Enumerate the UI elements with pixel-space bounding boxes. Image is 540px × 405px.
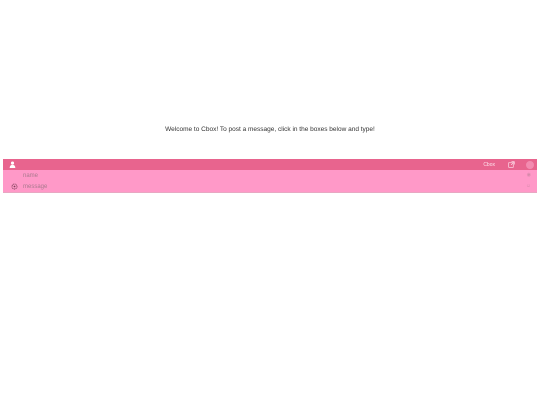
eye-icon[interactable]: ◉ xyxy=(527,171,531,180)
welcome-message: Welcome to Cbox! To post a message, clic… xyxy=(165,126,375,133)
cbox-toolbar: Cbox xyxy=(3,159,537,170)
toolbar-right: Cbox xyxy=(483,159,534,170)
name-input[interactable] xyxy=(23,171,523,180)
cbox-widget: Cbox ◉ ☺ xyxy=(3,159,537,193)
gear-icon[interactable] xyxy=(11,183,18,190)
message-input[interactable] xyxy=(23,182,523,191)
external-link-icon[interactable] xyxy=(508,161,515,168)
message-row: ☺ xyxy=(3,181,537,192)
circle-button[interactable] xyxy=(526,160,534,169)
smile-icon[interactable]: ☺ xyxy=(526,182,531,191)
user-icon[interactable] xyxy=(9,161,16,168)
name-row: ◉ xyxy=(3,170,537,181)
page: Welcome to Cbox! To post a message, clic… xyxy=(0,0,540,405)
cbox-link[interactable]: Cbox xyxy=(483,162,495,168)
